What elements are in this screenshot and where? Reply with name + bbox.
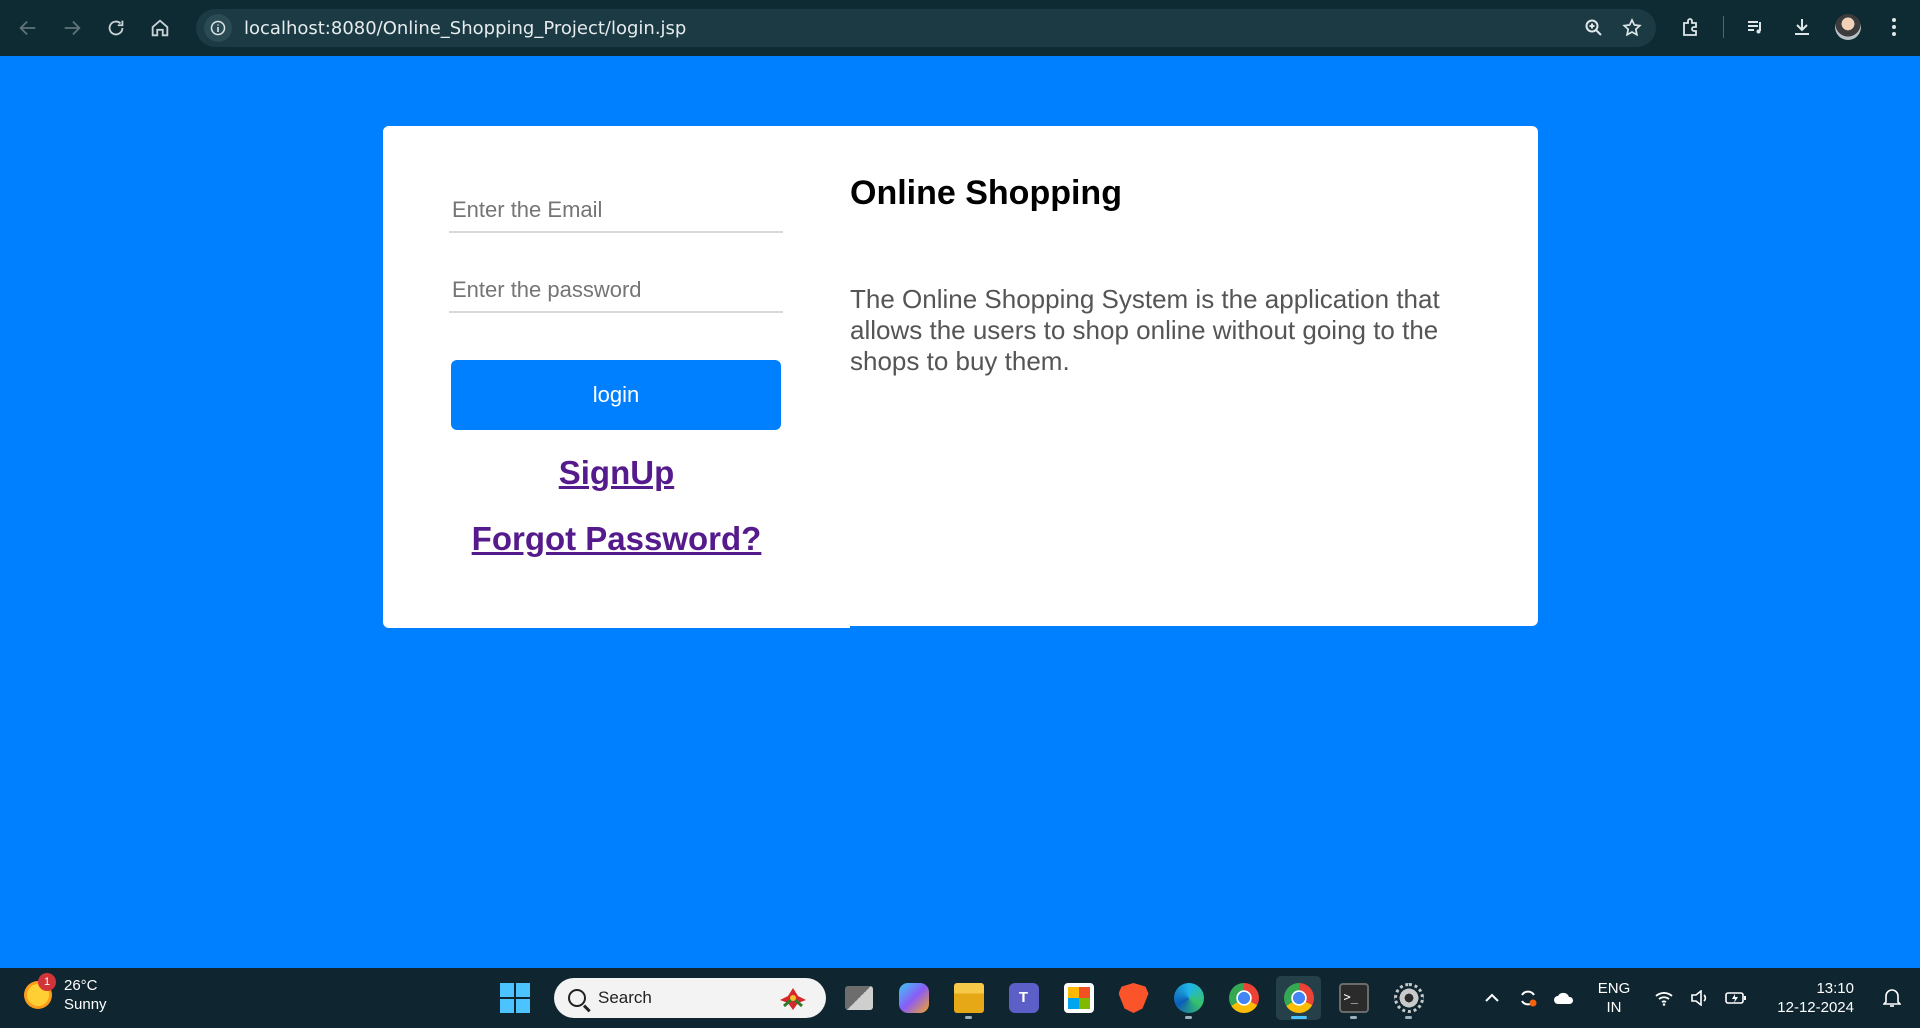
language-code: ENG: [1597, 980, 1631, 997]
time-text: 13:10: [1816, 980, 1854, 997]
windows-start-icon[interactable]: [500, 983, 530, 1013]
chrome-profile-icon[interactable]: [1276, 976, 1321, 1020]
task-view-icon[interactable]: [836, 976, 881, 1020]
email-input[interactable]: [449, 171, 783, 231]
back-icon[interactable]: [6, 6, 50, 50]
weather-widget[interactable]: 1 26°C Sunny: [24, 973, 107, 1014]
toolbar-divider: [1723, 16, 1724, 38]
settings-gear-icon[interactable]: [1386, 976, 1431, 1020]
poinsettia-icon: [780, 988, 806, 1010]
forgot-password-link[interactable]: Forgot Password?: [383, 520, 850, 558]
search-label: Search: [598, 988, 652, 1007]
password-input[interactable]: [449, 251, 783, 311]
forward-icon[interactable]: [50, 6, 94, 50]
sync-icon[interactable]: [1510, 987, 1546, 1009]
taskbar: 1 26°C Sunny Search T >_ ENG IN 13:10 12…: [0, 968, 1920, 1028]
home-icon[interactable]: [138, 6, 182, 50]
date-text: 12-12-2024: [1777, 999, 1854, 1016]
page-title: Online Shopping: [850, 174, 1122, 212]
login-card: login SignUp Forgot Password? Online Sho…: [383, 126, 1538, 628]
wifi-icon[interactable]: [1646, 990, 1682, 1006]
weather-temp: 26°C: [64, 977, 98, 994]
profile-avatar[interactable]: [1828, 6, 1868, 48]
browser-toolbar: localhost:8080/Online_Shopping_Project/l…: [0, 0, 1920, 56]
description-text: The Online Shopping System is the applic…: [850, 284, 1440, 376]
signup-link[interactable]: SignUp: [383, 454, 850, 492]
edge-browser-icon[interactable]: [1166, 976, 1211, 1020]
search-icon: [568, 989, 586, 1007]
language-indicator[interactable]: ENG IN: [1582, 979, 1646, 1017]
clock[interactable]: 13:10 12-12-2024: [1754, 979, 1854, 1017]
reload-icon[interactable]: [94, 6, 138, 50]
notifications-bell-icon[interactable]: [1874, 988, 1910, 1008]
email-field: [449, 171, 783, 233]
show-hidden-icons-chevron-icon[interactable]: [1474, 993, 1510, 1003]
region-code: IN: [1606, 999, 1622, 1016]
file-explorer-icon[interactable]: [946, 976, 991, 1020]
system-tray: ENG IN 13:10 12-12-2024: [1474, 968, 1920, 1028]
site-info-icon[interactable]: [204, 14, 232, 42]
login-button[interactable]: login: [451, 360, 781, 430]
downloads-icon[interactable]: [1782, 6, 1822, 48]
terminal-icon[interactable]: >_: [1331, 976, 1376, 1020]
address-bar[interactable]: localhost:8080/Online_Shopping_Project/l…: [196, 9, 1656, 47]
teams-icon[interactable]: T: [1001, 976, 1046, 1020]
taskbar-search[interactable]: Search: [554, 978, 826, 1018]
bookmark-star-icon[interactable]: [1618, 14, 1646, 42]
login-form: login SignUp Forgot Password?: [383, 126, 850, 628]
volume-icon[interactable]: [1682, 990, 1718, 1006]
microsoft-store-icon[interactable]: [1056, 976, 1101, 1020]
zoom-icon[interactable]: [1580, 14, 1608, 42]
address-url[interactable]: localhost:8080/Online_Shopping_Project/l…: [244, 18, 686, 39]
copilot-icon[interactable]: [891, 976, 936, 1020]
onedrive-cloud-icon[interactable]: [1546, 990, 1582, 1006]
media-controls-icon[interactable]: [1736, 6, 1776, 48]
brave-browser-icon[interactable]: [1111, 976, 1156, 1020]
password-field: [449, 251, 783, 313]
weather-sun-icon: 1: [24, 973, 56, 1009]
chrome-icon[interactable]: [1221, 976, 1266, 1020]
battery-icon[interactable]: [1718, 991, 1754, 1005]
extensions-icon[interactable]: [1671, 6, 1711, 48]
notification-badge: 1: [38, 973, 56, 991]
weather-condition: Sunny: [64, 996, 107, 1013]
more-menu-icon[interactable]: [1874, 6, 1914, 48]
